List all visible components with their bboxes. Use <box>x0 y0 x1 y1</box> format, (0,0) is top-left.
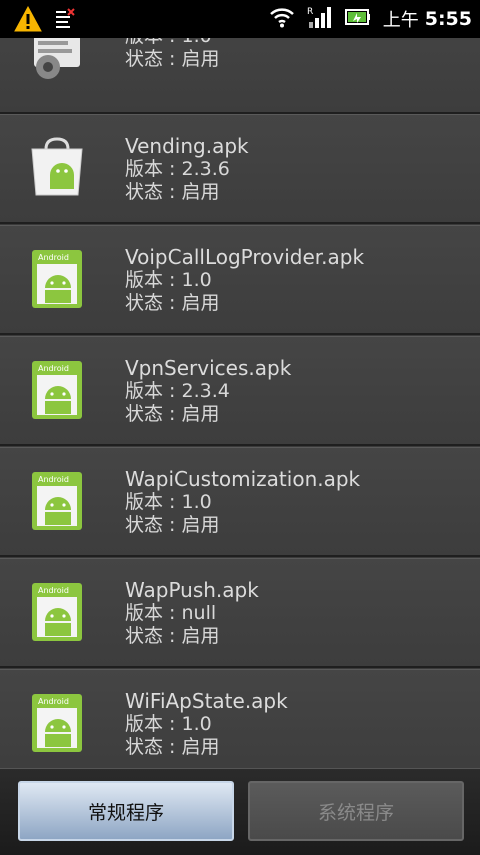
system-apps-tab[interactable]: 系统程序 <box>248 781 464 841</box>
app-version: 版本 : 1.0 <box>125 269 212 291</box>
app-status: 状态 : 启用 <box>125 181 220 203</box>
app-status: 状态 : 启用 <box>125 292 220 314</box>
list-item[interactable]: Android VpnServices.apk 版本 : 2.3.4 状态 : … <box>0 336 480 446</box>
settings-icon <box>28 38 86 89</box>
android-icon: Android <box>28 581 86 643</box>
list-item[interactable]: Vending.apk 版本 : 2.3.6 状态 : 启用 <box>0 114 480 224</box>
battery-icon <box>344 7 371 31</box>
app-name: WapiCustomization.apk <box>125 467 361 491</box>
clock: 5:55 <box>424 8 472 30</box>
svg-text:Android: Android <box>38 475 69 484</box>
android-icon: Android <box>28 359 86 421</box>
signal-icon: R <box>307 4 333 34</box>
market-bag-icon <box>28 137 86 199</box>
svg-text:R: R <box>307 7 313 17</box>
android-icon: Android <box>28 470 86 532</box>
svg-text:Android: Android <box>38 697 69 706</box>
app-list[interactable]: 版本 : 1.0 状态 : 启用 Vending.apk 版本 : 2.3.6 … <box>0 38 480 768</box>
svg-text:Android: Android <box>38 364 69 373</box>
app-name: VoipCallLogProvider.apk <box>125 245 365 269</box>
svg-text:Android: Android <box>38 586 69 595</box>
app-status: 状态 : 启用 <box>125 48 220 70</box>
debug-notification-icon <box>54 8 76 34</box>
app-version: 版本 : 2.3.6 <box>125 158 230 180</box>
app-version: 版本 : 2.3.4 <box>125 380 230 402</box>
app-status: 状态 : 启用 <box>125 625 220 647</box>
app-name: WapPush.apk <box>125 578 259 602</box>
app-status: 状态 : 启用 <box>125 514 220 536</box>
svg-text:Android: Android <box>38 253 69 262</box>
list-item[interactable]: 版本 : 1.0 状态 : 启用 <box>0 38 480 114</box>
app-status: 状态 : 启用 <box>125 736 220 758</box>
app-version: 版本 : null <box>125 602 217 624</box>
list-item[interactable]: Android WapiCustomization.apk 版本 : 1.0 状… <box>0 447 480 557</box>
regular-apps-tab[interactable]: 常规程序 <box>18 781 234 841</box>
app-name: VpnServices.apk <box>125 356 292 380</box>
warning-icon <box>14 5 42 36</box>
list-item[interactable]: Android WiFiApState.apk 版本 : 1.0 状态 : 启用 <box>0 669 480 768</box>
app-version: 版本 : 1.0 <box>125 38 219 48</box>
app-version: 版本 : 1.0 <box>125 491 212 513</box>
list-item[interactable]: Android VoipCallLogProvider.apk 版本 : 1.0… <box>0 225 480 335</box>
android-icon: Android <box>28 248 86 310</box>
wifi-icon <box>269 6 295 32</box>
app-name: Vending.apk <box>125 134 249 158</box>
list-item[interactable]: Android WapPush.apk 版本 : null 状态 : 启用 <box>0 558 480 668</box>
app-version: 版本 : 1.0 <box>125 713 212 735</box>
status-bar: R 上午 5:55 <box>0 0 480 38</box>
android-icon: Android <box>28 692 86 754</box>
bottom-tab-bar: 常规程序 系统程序 <box>0 768 480 855</box>
am-pm-label: 上午 <box>382 10 419 31</box>
app-name: WiFiApState.apk <box>125 689 288 713</box>
app-status: 状态 : 启用 <box>125 403 220 425</box>
